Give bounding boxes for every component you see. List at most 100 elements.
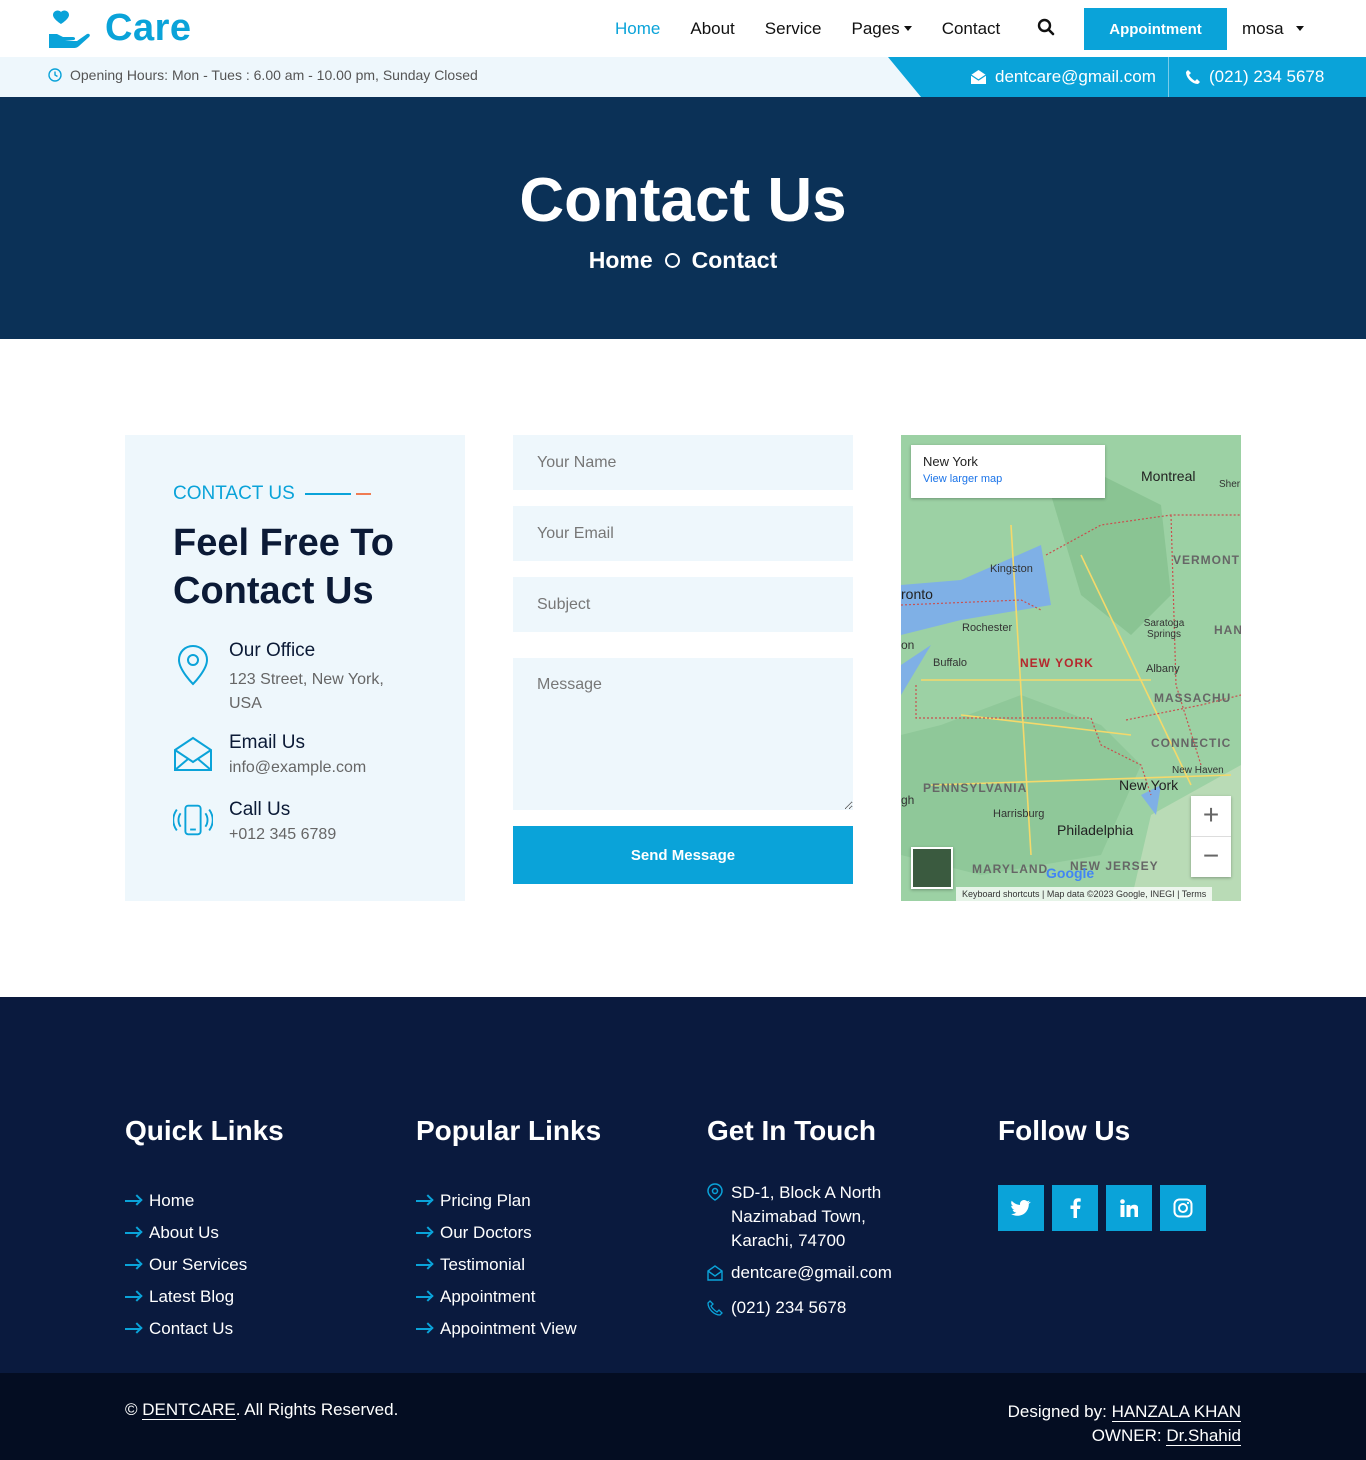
copyright-bar: © DENTCARE. All Rights Reserved. Designe… xyxy=(0,1373,1366,1460)
nav-service[interactable]: Service xyxy=(750,0,837,57)
divider xyxy=(1168,57,1169,97)
facebook-icon[interactable] xyxy=(1052,1185,1098,1231)
chevron-down-icon xyxy=(903,26,912,31)
copyright-text: . All Rights Reserved. xyxy=(235,1400,399,1419)
map-label: Saratoga Springs xyxy=(1143,618,1185,640)
footer-link[interactable]: Appointment View xyxy=(416,1313,601,1345)
footer-link-label: Testimonial xyxy=(440,1255,526,1274)
map-attribution[interactable]: Keyboard shortcuts | Map data ©2023 Goog… xyxy=(956,887,1213,901)
map-label: CONNECTIC xyxy=(1151,736,1232,750)
subject-input[interactable] xyxy=(513,577,853,632)
follow-us-title: Follow Us xyxy=(998,1115,1131,1146)
copyright-symbol: © xyxy=(125,1400,138,1419)
footer-address: SD-1, Block A North Nazimabad Town, Kara… xyxy=(707,1181,927,1253)
footer-link[interactable]: Our Services xyxy=(125,1249,284,1281)
appointment-button[interactable]: Appointment xyxy=(1084,8,1227,50)
eyebrow-accent-line xyxy=(355,493,371,495)
designed-by-label: Designed by: xyxy=(1007,1402,1107,1421)
call-title: Call Us xyxy=(229,799,291,820)
footer-link-label: Appointment xyxy=(440,1287,536,1306)
topbar-email[interactable]: dentcare@gmail.com xyxy=(970,57,1156,97)
footer-link[interactable]: Home xyxy=(125,1185,284,1217)
email-title: Email Us xyxy=(229,732,306,753)
nav-about[interactable]: About xyxy=(675,0,749,57)
breadcrumb-home[interactable]: Home xyxy=(589,247,653,274)
zoom-out-button[interactable]: − xyxy=(1191,837,1231,877)
map-pin-icon xyxy=(177,644,209,686)
clock-icon xyxy=(48,68,62,82)
footer: Quick Links Home About Us Our Services L… xyxy=(0,997,1366,1373)
send-message-button[interactable]: Send Message xyxy=(513,826,853,884)
footer-phone[interactable]: (021) 234 5678 xyxy=(707,1296,927,1323)
satellite-toggle[interactable] xyxy=(911,847,953,889)
zoom-in-button[interactable]: + xyxy=(1191,796,1231,836)
nav-home[interactable]: Home xyxy=(600,0,675,57)
footer-link[interactable]: Contact Us xyxy=(125,1313,284,1345)
opening-hours: Opening Hours: Mon - Tues : 6.00 am - 10… xyxy=(48,67,478,83)
footer-link-label: Our Doctors xyxy=(440,1223,532,1242)
footer-link[interactable]: About Us xyxy=(125,1217,284,1249)
email-value[interactable]: info@example.com xyxy=(229,756,366,780)
google-logo: Google xyxy=(1046,865,1095,881)
instagram-icon[interactable] xyxy=(1160,1185,1206,1231)
map-label: Buffalo xyxy=(933,657,968,669)
footer-link-label: Contact Us xyxy=(149,1319,234,1338)
google-map[interactable]: New York View larger map Montreal Sher K… xyxy=(901,435,1241,901)
map-label: New Haven xyxy=(1172,765,1224,776)
email-input[interactable] xyxy=(513,506,853,561)
footer-link[interactable]: Pricing Plan xyxy=(416,1185,601,1217)
topbar-phone[interactable]: (021) 234 5678 xyxy=(1185,57,1324,97)
eyebrow-line xyxy=(304,493,351,495)
name-input[interactable] xyxy=(513,435,853,490)
phone-icon xyxy=(1186,70,1200,84)
owner-link[interactable]: Dr.Shahid xyxy=(1166,1426,1241,1446)
top-info-bar: Opening Hours: Mon - Tues : 6.00 am - 10… xyxy=(0,57,1366,97)
brand-logo[interactable]: Care xyxy=(47,7,192,50)
email-item: Email Us info@example.com xyxy=(173,732,366,780)
footer-link-label: Latest Blog xyxy=(149,1287,235,1306)
navbar: Care Home About Service Pages Contact Ap… xyxy=(0,0,1366,57)
social-links xyxy=(998,1185,1206,1231)
topbar-email-text: dentcare@gmail.com xyxy=(995,67,1156,86)
arrow-right-icon xyxy=(125,1296,141,1298)
designer-link[interactable]: HANZALA KHAN xyxy=(1111,1402,1241,1422)
phone-icon xyxy=(707,1296,723,1323)
call-value[interactable]: +012 345 6789 xyxy=(229,823,336,847)
message-textarea[interactable] xyxy=(513,658,853,810)
map-place-title: New York xyxy=(923,454,978,469)
care-hand-heart-icon xyxy=(49,10,90,48)
search-icon[interactable] xyxy=(1037,18,1055,41)
map-label: PENNSYLVANIA xyxy=(923,781,1028,795)
linkedin-icon[interactable] xyxy=(1106,1185,1152,1231)
circle-separator-icon xyxy=(664,253,680,268)
envelope-icon xyxy=(174,736,212,771)
nav-contact[interactable]: Contact xyxy=(927,0,1016,57)
arrow-right-icon xyxy=(416,1232,432,1234)
envelope-open-icon xyxy=(970,70,987,84)
map-label: on xyxy=(901,638,915,652)
map-label: ronto xyxy=(901,586,933,602)
map-place-card: New York View larger map xyxy=(911,445,1105,498)
footer-link[interactable]: Appointment xyxy=(416,1281,601,1313)
copyright: © DENTCARE. All Rights Reserved. xyxy=(125,1400,398,1420)
view-larger-map-link[interactable]: View larger map xyxy=(923,473,1093,485)
map-label: Philadelphia xyxy=(1057,822,1134,838)
arrow-right-icon xyxy=(125,1200,141,1202)
footer-link[interactable]: Testimonial xyxy=(416,1249,601,1281)
dentcare-link[interactable]: DENTCARE xyxy=(142,1400,236,1420)
footer-link[interactable]: Our Doctors xyxy=(416,1217,601,1249)
chevron-down-icon xyxy=(1295,26,1304,31)
user-menu[interactable]: mosa xyxy=(1242,0,1304,57)
map-label: NEW YORK xyxy=(1020,656,1094,670)
footer-email[interactable]: dentcare@gmail.com xyxy=(707,1261,927,1288)
map-label: VERMONT xyxy=(1173,553,1240,567)
office-address: 123 Street, New York, USA xyxy=(229,671,384,712)
popular-links-title: Popular Links xyxy=(416,1115,602,1146)
arrow-right-icon xyxy=(125,1264,141,1266)
footer-link[interactable]: Latest Blog xyxy=(125,1281,284,1313)
nav-pages[interactable]: Pages xyxy=(836,0,926,57)
get-in-touch-title: Get In Touch xyxy=(707,1115,877,1146)
twitter-icon[interactable] xyxy=(998,1185,1044,1231)
brand-name: Care xyxy=(105,7,192,49)
section-heading: Feel Free To Contact Us xyxy=(173,522,395,612)
